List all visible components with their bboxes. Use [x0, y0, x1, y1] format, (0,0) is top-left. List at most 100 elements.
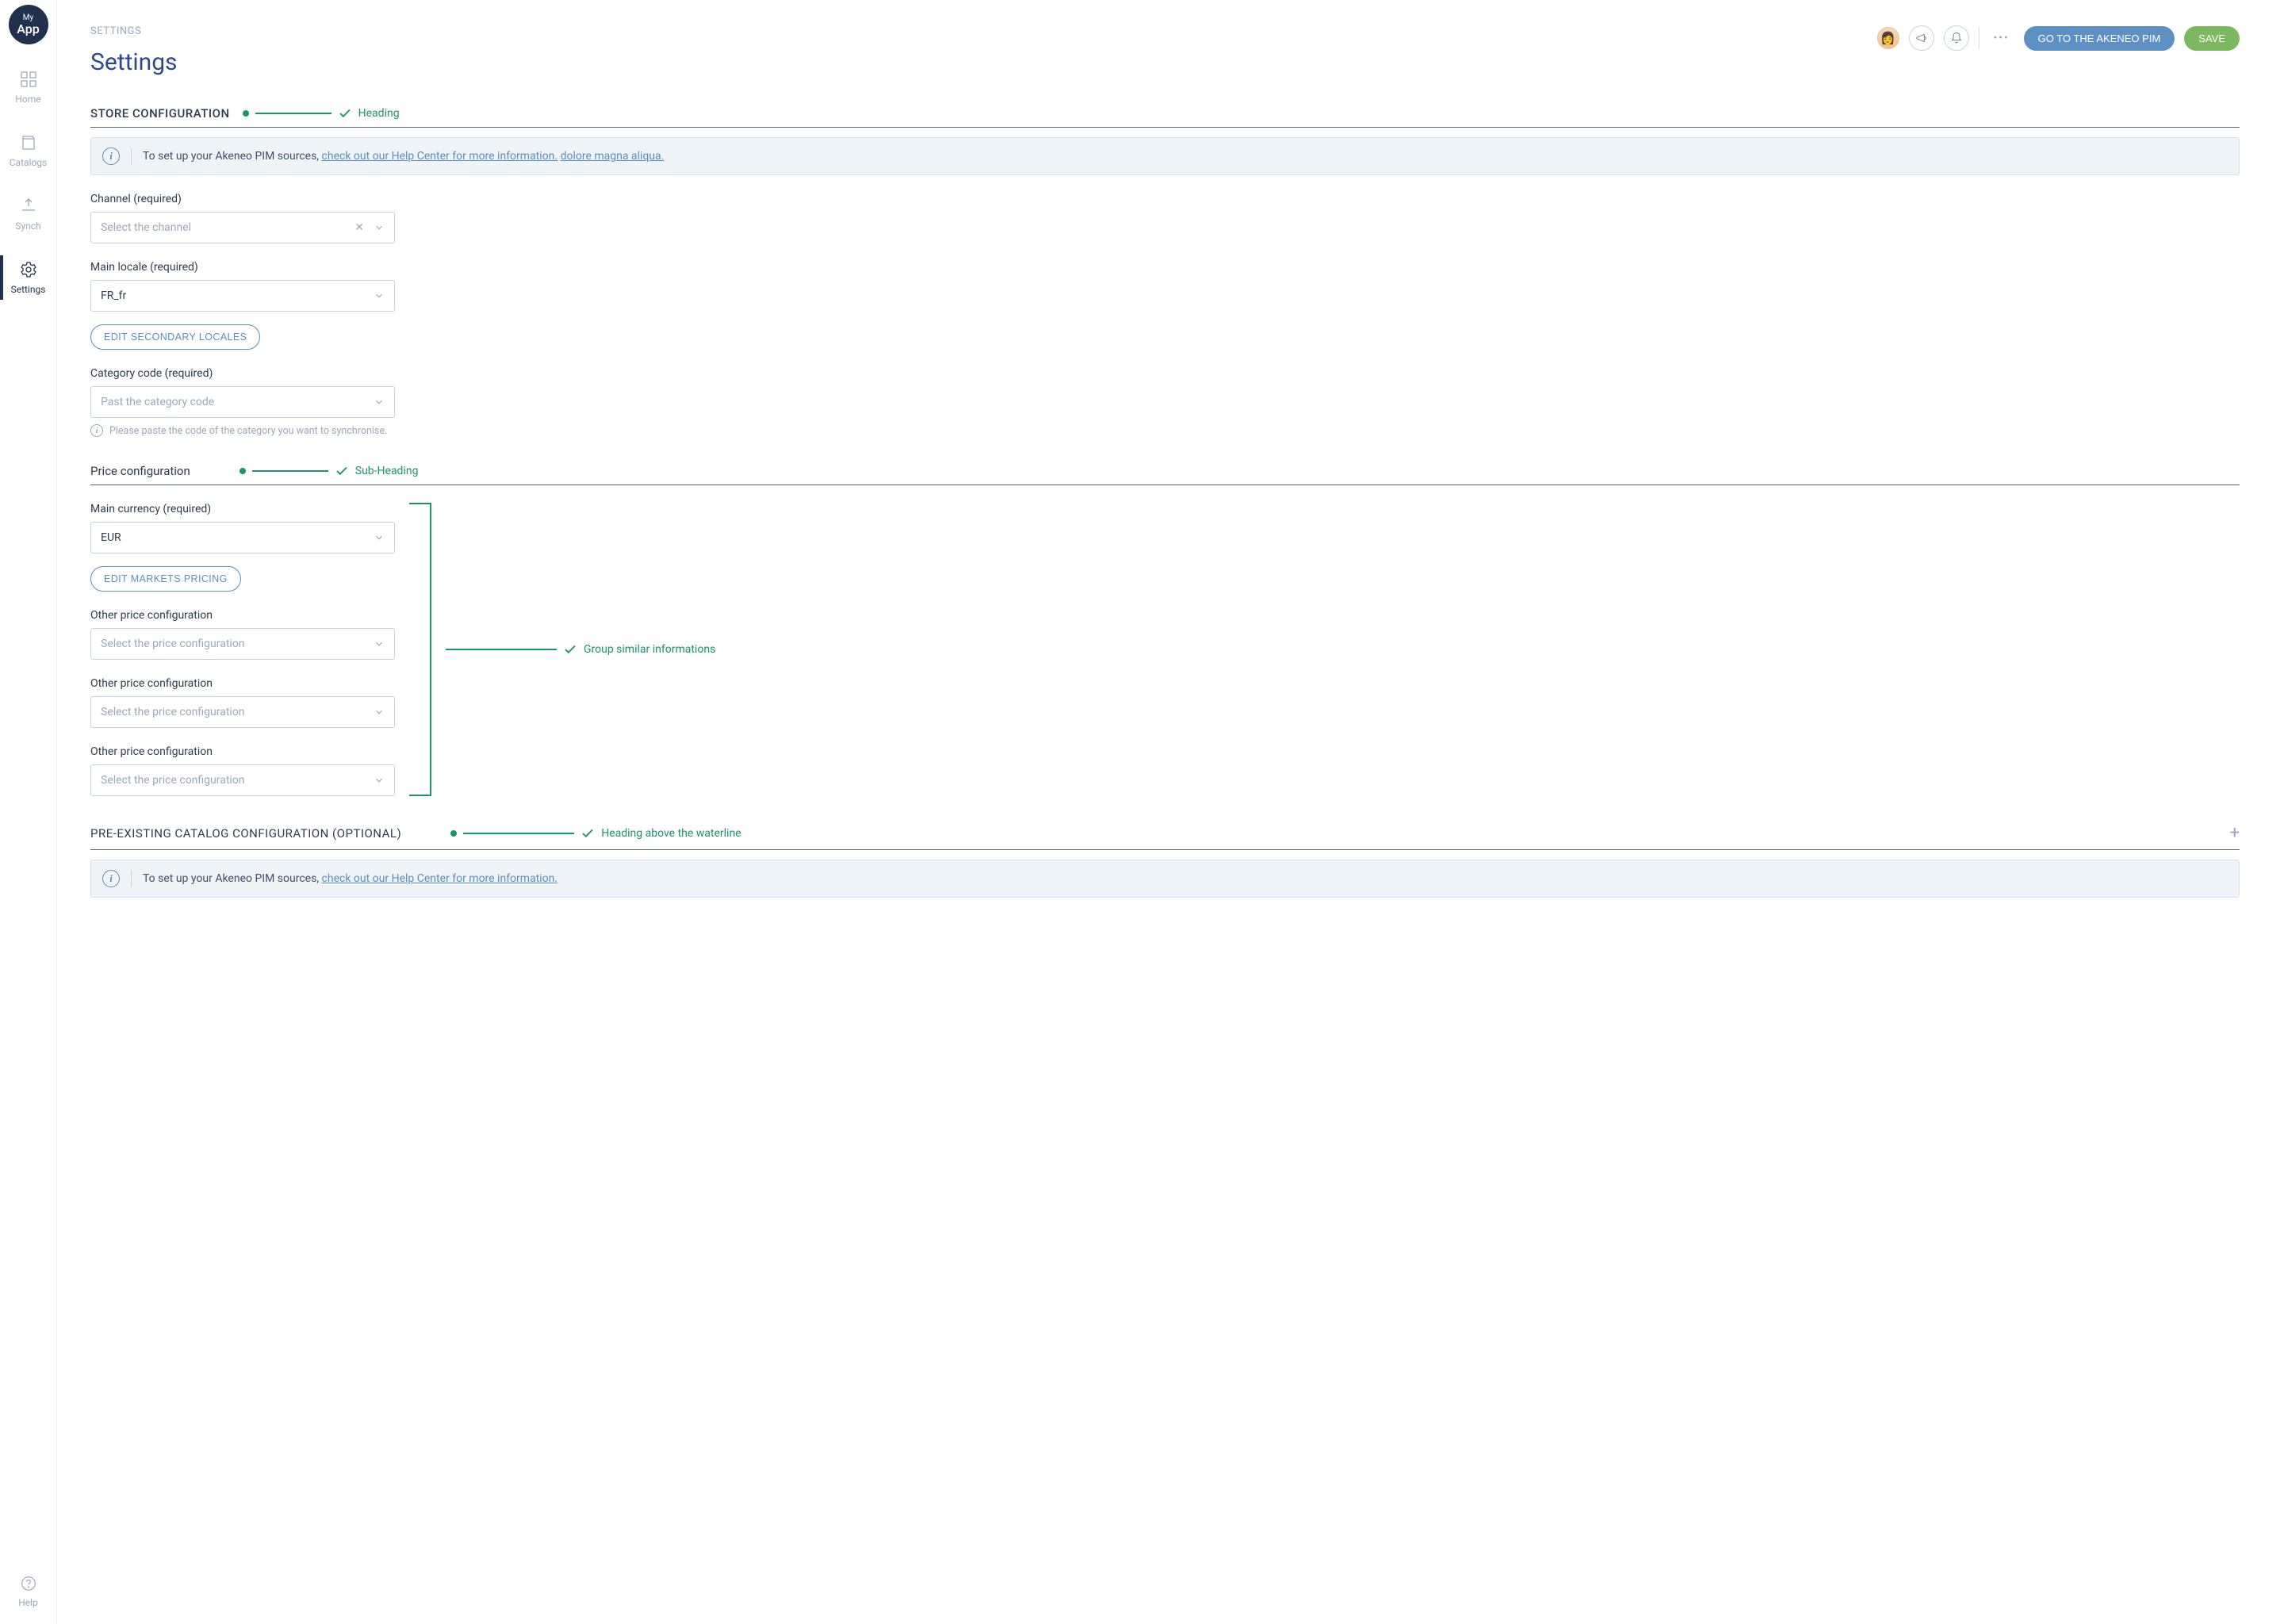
- callout-group-label: Group similar informations: [584, 643, 715, 656]
- banner-link-extra[interactable]: dolore magna aliqua.: [561, 150, 665, 163]
- section-pre-existing: PRE-EXISTING CATALOG CONFIGURATION (OPTI…: [90, 823, 2240, 898]
- sidebar-item-synch[interactable]: Synch: [0, 192, 56, 236]
- expand-icon[interactable]: +: [2230, 823, 2240, 843]
- chevron-down-icon: [374, 222, 385, 233]
- avatar[interactable]: 👩: [1877, 27, 1899, 49]
- section-heading-row: Price configuration Sub-Heading: [90, 464, 2240, 485]
- title-block: SETTINGS Settings: [90, 25, 178, 76]
- callout-subheading: Sub-Heading: [240, 464, 419, 478]
- go-to-pim-button[interactable]: GO TO THE AKENEO PIM: [2024, 26, 2175, 51]
- topbar: SETTINGS Settings 👩 ••• GO TO THE AKENEO…: [90, 0, 2240, 76]
- field-channel: Channel (required) Select the channel ✕: [90, 193, 2240, 243]
- sidebar-item-label: Catalogs: [10, 157, 47, 168]
- help-icon: [20, 1575, 37, 1592]
- banner-link-help[interactable]: check out our Help Center for more infor…: [322, 150, 558, 163]
- check-icon: [563, 642, 577, 657]
- chevron-down-icon: [374, 638, 385, 649]
- sidebar: My App Home Catalogs Synch Settings: [0, 0, 57, 1624]
- store-config-heading: STORE CONFIGURATION: [90, 106, 230, 121]
- sidebar-item-help[interactable]: Help: [18, 1575, 38, 1608]
- banner-link-help[interactable]: check out our Help Center for more infor…: [322, 872, 558, 885]
- callout-heading: Heading: [243, 106, 400, 121]
- other-price-value: Select the price configuration: [101, 774, 245, 787]
- callout-waterline-label: Heading above the waterline: [601, 827, 741, 840]
- sidebar-item-catalogs[interactable]: Catalogs: [0, 128, 56, 173]
- edit-pricing-button[interactable]: EDIT MARKETS PRICING: [90, 566, 241, 592]
- price-config-heading: Price configuration: [90, 464, 190, 478]
- chevron-down-icon: [374, 396, 385, 408]
- clear-icon[interactable]: ✕: [354, 221, 364, 234]
- banner-prefix: To set up your Akeneo PIM sources,: [143, 872, 322, 885]
- sidebar-item-label: Synch: [15, 220, 40, 232]
- chevron-down-icon: [374, 775, 385, 786]
- other-price-label: Other price configuration: [90, 677, 395, 690]
- channel-select[interactable]: Select the channel ✕: [90, 212, 395, 243]
- check-icon: [581, 826, 595, 841]
- more-icon[interactable]: •••: [1989, 32, 2014, 44]
- callout-group: Group similar informations: [446, 642, 715, 657]
- field-currency: Main currency (required) EUR EDIT MARKET…: [90, 503, 395, 592]
- sidebar-item-label: Home: [15, 94, 40, 105]
- catalog-icon: [19, 133, 38, 152]
- section-store-config: STORE CONFIGURATION Heading i To set up …: [90, 106, 2240, 437]
- price-group: Main currency (required) EUR EDIT MARKET…: [90, 503, 2240, 796]
- brand-bot: App: [17, 23, 39, 36]
- home-icon: [19, 70, 38, 89]
- field-category: Category code (required) Past the catego…: [90, 367, 2240, 437]
- other-price-select[interactable]: Select the price configuration: [90, 628, 395, 660]
- currency-label: Main currency (required): [90, 503, 395, 515]
- category-label: Category code (required): [90, 367, 2240, 380]
- brand-top: My: [23, 14, 33, 22]
- other-price-select[interactable]: Select the price configuration: [90, 764, 395, 796]
- save-button[interactable]: SAVE: [2184, 26, 2240, 51]
- info-icon: i: [102, 147, 120, 165]
- banner-separator: [131, 870, 132, 887]
- info-banner-preexisting: i To set up your Akeneo PIM sources, che…: [90, 860, 2240, 898]
- field-other-price-1: Other price configuration Select the pri…: [90, 609, 395, 660]
- banner-text: To set up your Akeneo PIM sources, check…: [143, 872, 558, 885]
- locale-value: FR_fr: [101, 289, 126, 302]
- currency-select[interactable]: EUR: [90, 522, 395, 553]
- locale-select[interactable]: FR_fr: [90, 280, 395, 312]
- price-group-content: Main currency (required) EUR EDIT MARKET…: [90, 503, 395, 796]
- sidebar-item-settings[interactable]: Settings: [0, 255, 56, 300]
- locale-label: Main locale (required): [90, 261, 2240, 274]
- main-content: SETTINGS Settings 👩 ••• GO TO THE AKENEO…: [57, 0, 2284, 1624]
- page-title: Settings: [90, 48, 178, 76]
- megaphone-icon: [1915, 32, 1928, 44]
- check-icon: [338, 106, 352, 121]
- category-helper: i Please paste the code of the category …: [90, 424, 2240, 437]
- bell-icon: [1950, 32, 1963, 44]
- sidebar-item-home[interactable]: Home: [0, 65, 56, 109]
- field-locale: Main locale (required) FR_fr EDIT SECOND…: [90, 261, 2240, 350]
- other-price-label: Other price configuration: [90, 609, 395, 622]
- info-icon: i: [102, 870, 120, 887]
- banner-prefix: To set up your Akeneo PIM sources,: [143, 150, 322, 163]
- group-bracket: [409, 503, 431, 796]
- notifications-button[interactable]: [1944, 25, 1969, 51]
- field-other-price-2: Other price configuration Select the pri…: [90, 677, 395, 728]
- chevron-down-icon: [374, 290, 385, 301]
- section-price-config: Price configuration Sub-Heading Main cur…: [90, 464, 2240, 796]
- section-heading-row: PRE-EXISTING CATALOG CONFIGURATION (OPTI…: [90, 823, 2240, 850]
- top-actions: 👩 ••• GO TO THE AKENEO PIM SAVE: [1877, 25, 2240, 51]
- info-icon: i: [90, 424, 103, 437]
- category-input[interactable]: Past the category code: [90, 386, 395, 418]
- announcements-button[interactable]: [1909, 25, 1934, 51]
- breadcrumb: SETTINGS: [90, 25, 178, 37]
- sidebar-nav: Home Catalogs Synch Settings: [0, 65, 56, 300]
- currency-value: EUR: [101, 531, 121, 544]
- chevron-down-icon: [374, 532, 385, 543]
- section-heading-row: STORE CONFIGURATION Heading: [90, 106, 2240, 128]
- category-helper-text: Please paste the code of the category yo…: [109, 425, 387, 437]
- check-icon: [335, 464, 349, 478]
- other-price-label: Other price configuration: [90, 745, 395, 758]
- other-price-select[interactable]: Select the price configuration: [90, 696, 395, 728]
- edit-locales-button[interactable]: EDIT SECONDARY LOCALES: [90, 324, 260, 350]
- info-banner-store: i To set up your Akeneo PIM sources, che…: [90, 137, 2240, 175]
- banner-text: To set up your Akeneo PIM sources, check…: [143, 150, 664, 163]
- callout-subheading-label: Sub-Heading: [355, 465, 419, 477]
- chevron-down-icon: [374, 707, 385, 718]
- other-price-value: Select the price configuration: [101, 706, 245, 718]
- gear-icon: [19, 260, 38, 279]
